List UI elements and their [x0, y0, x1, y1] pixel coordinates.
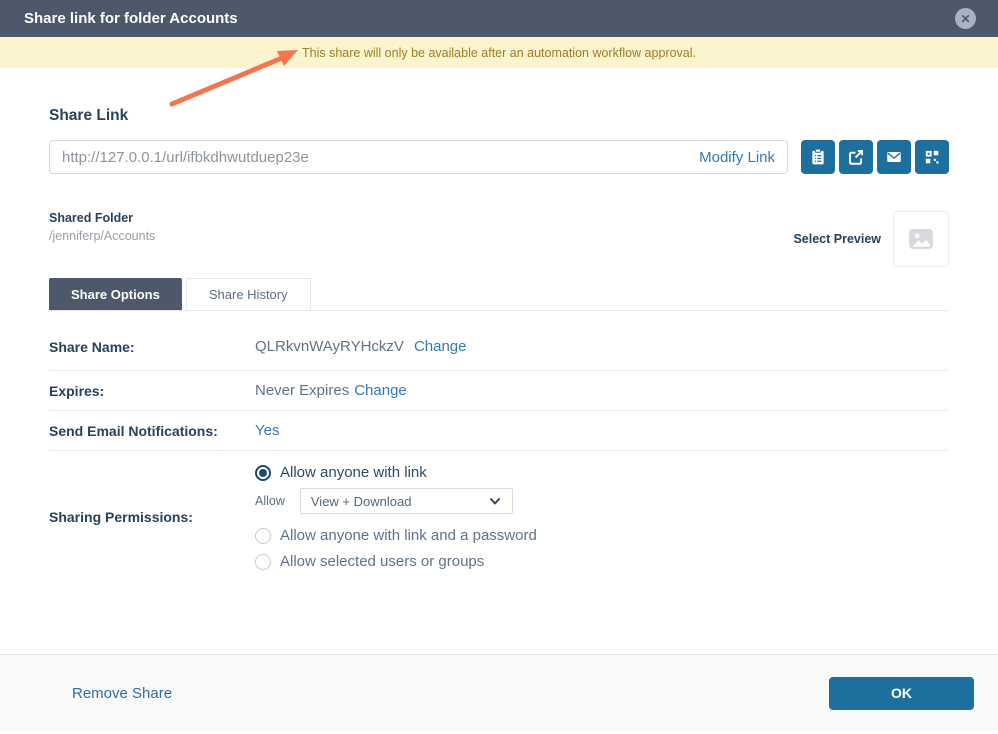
remove-share-button[interactable]: Remove Share	[72, 685, 172, 702]
shared-folder-row: Shared Folder /jenniferp/Accounts Select…	[49, 211, 949, 267]
ok-button[interactable]: OK	[829, 677, 974, 710]
share-name-change-link[interactable]: Change	[414, 338, 467, 355]
radio-allow-anyone-with-link[interactable]: Allow anyone with link	[255, 464, 537, 481]
preview-area: Select Preview	[793, 211, 949, 267]
shared-folder-path: /jenniferp/Accounts	[49, 229, 155, 243]
qr-code-icon	[923, 148, 941, 166]
sharing-permissions-label: Sharing Permissions:	[49, 509, 255, 525]
radio-allow-anyone-with-password[interactable]: Allow anyone with link and a password	[255, 527, 537, 544]
close-icon[interactable]: ✕	[955, 8, 976, 29]
radio-unselected-icon	[255, 528, 271, 544]
radio-label: Allow anyone with link	[280, 464, 427, 481]
share-link-dialog: Share link for folder Accounts ✕ This sh…	[0, 0, 998, 734]
share-link-heading: Share Link	[49, 107, 949, 125]
share-link-row: http://127.0.0.1/url/ifbkdhwutduep23e Mo…	[49, 140, 949, 174]
dialog-body: Share Link http://127.0.0.1/url/ifbkdhwu…	[0, 68, 998, 654]
expires-row: Expires: Never Expires Change	[49, 371, 949, 411]
radio-unselected-icon	[255, 554, 271, 570]
tab-share-options[interactable]: Share Options	[49, 278, 182, 310]
image-placeholder-icon	[906, 224, 936, 254]
approval-banner: This share will only be available after …	[0, 37, 998, 68]
clipboard-copy-icon	[809, 148, 827, 166]
preview-thumbnail[interactable]	[893, 211, 949, 267]
radio-selected-icon	[255, 465, 271, 481]
permission-select[interactable]: View + Download	[300, 488, 513, 514]
qr-code-button[interactable]	[915, 140, 949, 174]
tab-share-history[interactable]: Share History	[186, 278, 311, 310]
share-url-text: http://127.0.0.1/url/ifbkdhwutduep23e	[62, 149, 309, 166]
share-name-value: QLRkvnWAyRYHckzV	[255, 338, 404, 355]
share-name-label: Share Name:	[49, 339, 255, 355]
link-action-buttons	[801, 140, 949, 174]
radio-label: Allow selected users or groups	[280, 553, 484, 570]
dialog-title: Share link for folder Accounts	[24, 10, 238, 27]
open-link-button[interactable]	[839, 140, 873, 174]
chevron-down-icon	[488, 494, 502, 508]
expires-label: Expires:	[49, 383, 255, 399]
share-url-field[interactable]: http://127.0.0.1/url/ifbkdhwutduep23e Mo…	[49, 140, 788, 174]
email-envelope-icon	[885, 148, 903, 166]
share-tabs: Share Options Share History	[49, 278, 949, 311]
email-link-button[interactable]	[877, 140, 911, 174]
radio-allow-selected-users[interactable]: Allow selected users or groups	[255, 553, 537, 570]
permission-select-value: View + Download	[311, 494, 412, 509]
expires-value: Never Expires	[255, 382, 349, 399]
select-preview-button[interactable]: Select Preview	[793, 232, 881, 246]
allow-label: Allow	[255, 494, 285, 508]
approval-banner-text: This share will only be available after …	[302, 46, 696, 60]
copy-link-button[interactable]	[801, 140, 835, 174]
shared-folder-label: Shared Folder	[49, 211, 155, 225]
allow-permission-line: Allow View + Download	[255, 488, 537, 514]
email-notifications-value[interactable]: Yes	[255, 422, 279, 439]
sharing-permissions-row: Sharing Permissions: Allow anyone with l…	[49, 451, 949, 570]
modify-link-button[interactable]: Modify Link	[699, 149, 775, 166]
email-notifications-label: Send Email Notifications:	[49, 423, 255, 439]
dialog-header: Share link for folder Accounts ✕	[0, 0, 998, 37]
sharing-permissions-options: Allow anyone with link Allow View + Down…	[255, 464, 537, 570]
radio-label: Allow anyone with link and a password	[280, 527, 537, 544]
open-external-icon	[847, 148, 865, 166]
shared-folder-info: Shared Folder /jenniferp/Accounts	[49, 211, 155, 243]
share-name-row: Share Name: QLRkvnWAyRYHckzV Change	[49, 311, 949, 371]
expires-change-link[interactable]: Change	[354, 382, 407, 399]
email-notifications-row: Send Email Notifications: Yes	[49, 411, 949, 451]
dialog-footer: Remove Share OK	[0, 654, 998, 731]
